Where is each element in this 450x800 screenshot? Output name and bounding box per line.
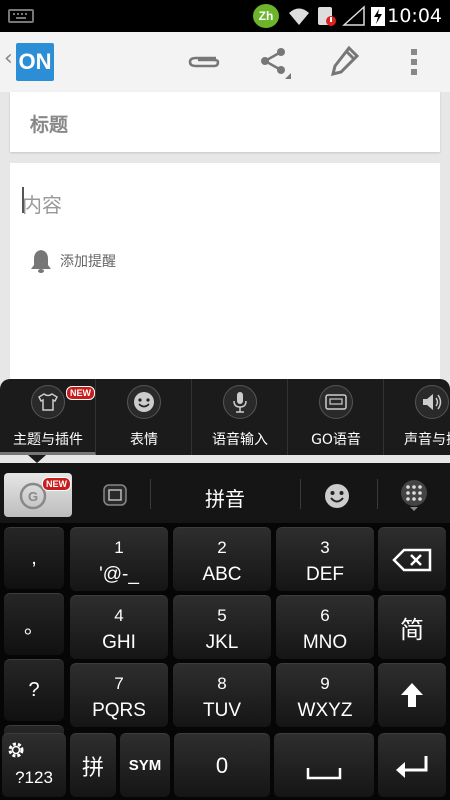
content-field[interactable]: 内容 添加提醒: [10, 163, 440, 393]
enter-icon: [396, 756, 428, 778]
title-field[interactable]: 标题: [10, 92, 440, 152]
separator: [300, 479, 301, 509]
emoji-icon[interactable]: [323, 482, 351, 510]
key-7[interactable]: 7 PQRS: [70, 663, 168, 727]
separator: [150, 479, 151, 509]
pen-icon: [330, 46, 359, 77]
shift-key[interactable]: [378, 663, 446, 727]
key-5[interactable]: 5 JKL: [173, 595, 271, 659]
ime-plugin-strip: NEW 主题与插件 表情 语音输入 GO语音 声音与: [0, 379, 450, 455]
go-menu-button[interactable]: G NEW: [4, 473, 72, 517]
simplified-chinese-key[interactable]: 简: [378, 595, 446, 659]
plugin-circle: [31, 385, 65, 419]
paperclip-icon: [188, 56, 220, 68]
speaker-icon: [423, 394, 442, 410]
candidate-bar: G NEW 拼音: [0, 463, 450, 523]
plugin-label: GO语音: [311, 432, 361, 448]
key-period[interactable]: 。: [4, 593, 64, 655]
plugin-themes[interactable]: NEW 主题与插件: [0, 379, 96, 455]
plugin-emoji[interactable]: 表情: [96, 379, 192, 455]
key-comma[interactable]: ,: [4, 527, 64, 589]
tape-icon: [325, 394, 347, 410]
keyboard: , 。 ? ! 1'@-_ 2ABC 3DEF 4GHI 5JKL 6MNO 7…: [0, 523, 450, 800]
plugin-label: 语音输入: [212, 432, 268, 448]
strip-pointer: [28, 455, 46, 463]
microphone-icon: [233, 392, 247, 413]
keyboard-layout-icon[interactable]: [399, 479, 429, 511]
battery-charging-icon: [371, 7, 385, 26]
input-mode-label[interactable]: 拼音: [160, 483, 290, 512]
key-9[interactable]: 9 WXYZ: [276, 663, 374, 727]
wifi-icon: [289, 8, 309, 25]
edit-button[interactable]: [324, 43, 364, 81]
space-key[interactable]: [274, 733, 374, 797]
plugin-circle: [319, 385, 353, 419]
share-button[interactable]: [254, 43, 294, 81]
key-1[interactable]: 1 '@-_: [70, 527, 168, 591]
space-icon: [306, 768, 342, 780]
content-placeholder: 内容: [22, 193, 62, 217]
app-logo[interactable]: ON: [16, 43, 54, 81]
key-6[interactable]: 6 MNO: [276, 595, 374, 659]
backspace-icon: [392, 548, 432, 572]
reminder-label: 添加提醒: [60, 254, 116, 270]
svg-text:G: G: [28, 489, 38, 504]
smiley-icon: [134, 392, 154, 412]
shirt-icon: [38, 393, 58, 411]
key-2[interactable]: 2 ABC: [173, 527, 271, 591]
key-8[interactable]: 8 TUV: [173, 663, 271, 727]
back-chevron-icon[interactable]: ‹: [4, 46, 13, 71]
attach-button[interactable]: [184, 43, 224, 81]
overflow-menu-button[interactable]: [394, 43, 434, 81]
app-toolbar: ‹ ON: [0, 32, 450, 92]
sim-alert-icon: [318, 7, 336, 26]
plugin-circle: [415, 385, 449, 419]
bell-icon: [31, 250, 51, 273]
plugin-sound-vibration[interactable]: 声音与振: [384, 379, 450, 455]
switch-label: ?123: [15, 768, 53, 787]
key-question[interactable]: ?: [4, 659, 64, 721]
key-4[interactable]: 4 GHI: [70, 595, 168, 659]
plugin-label: 表情: [130, 432, 158, 448]
gear-icon: [8, 742, 24, 758]
new-badge: NEW: [42, 477, 71, 491]
key-0[interactable]: 0: [174, 733, 270, 797]
backspace-key[interactable]: [378, 527, 446, 591]
new-badge: NEW: [66, 386, 95, 400]
add-reminder-button[interactable]: 添加提醒: [30, 249, 116, 273]
key-3[interactable]: 3 DEF: [276, 527, 374, 591]
more-vertical-icon: [411, 49, 417, 75]
title-placeholder: 标题: [30, 114, 69, 136]
plugin-voice-input[interactable]: 语音输入: [192, 379, 288, 455]
signal-icon: [342, 5, 365, 26]
plugin-label: 声音与振: [404, 432, 450, 448]
separator: [377, 479, 378, 509]
keyboard-icon: [8, 9, 34, 23]
clock: 10:04: [387, 5, 442, 27]
edit-mode-icon[interactable]: [101, 482, 129, 508]
pinyin-key[interactable]: 拼: [70, 733, 116, 797]
plugin-circle: [223, 385, 257, 419]
plugin-go-voice[interactable]: GO语音: [288, 379, 384, 455]
share-icon: [261, 48, 291, 79]
sym-key[interactable]: SYM: [120, 733, 170, 797]
plugin-circle: [127, 385, 161, 419]
enter-key[interactable]: [378, 733, 446, 797]
shift-arrow-icon: [401, 683, 423, 707]
plugin-label: 主题与插件: [13, 432, 83, 448]
symbols-switch-key[interactable]: ?123: [2, 733, 66, 797]
ime-language-badge: Zh: [253, 4, 279, 28]
status-bar: Zh 10:04: [0, 0, 450, 32]
